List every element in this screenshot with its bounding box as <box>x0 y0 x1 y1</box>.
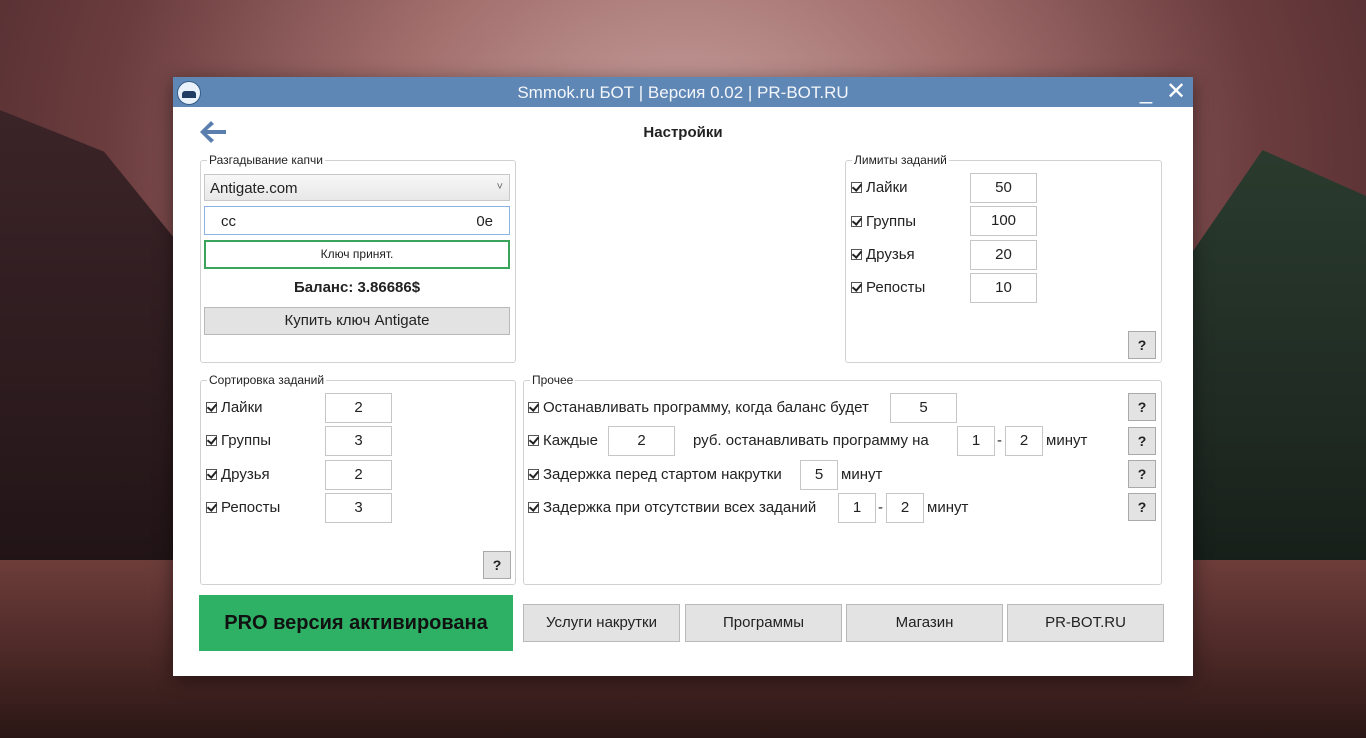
balance-text: Баланс: 3.86686$ <box>293 279 421 296</box>
stop-balance-label: Останавливать программу, когда баланс бу… <box>543 398 869 416</box>
checkbox-checked-icon <box>206 468 217 480</box>
start-delay-help-button[interactable]: ? <box>1128 460 1156 488</box>
start-delay-label: Задержка перед стартом накрутки <box>543 465 782 483</box>
api-key-suffix: 0e <box>476 213 493 230</box>
checkbox-checked-icon <box>206 401 217 413</box>
every-from-input[interactable]: 1 <box>957 426 995 456</box>
misc-legend: Прочее <box>532 373 574 387</box>
sort-reposts-label: Репосты <box>221 498 281 516</box>
every-checkbox[interactable]: Каждые <box>528 425 598 455</box>
idle-delay-dash: - <box>878 499 883 516</box>
sort-likes-checkbox[interactable]: Лайки <box>206 392 263 422</box>
page-title: Настройки <box>643 124 723 141</box>
idle-delay-help-button[interactable]: ? <box>1128 493 1156 521</box>
checkbox-checked-icon <box>528 434 539 446</box>
checkbox-checked-icon <box>528 401 539 413</box>
limit-groups-input[interactable]: 100 <box>970 206 1037 236</box>
every-unit: минут <box>1046 432 1088 449</box>
limits-legend: Лимиты заданий <box>854 153 947 167</box>
sort-likes-input[interactable]: 2 <box>325 393 392 423</box>
buy-key-button[interactable]: Купить ключ Antigate <box>204 307 510 335</box>
sort-friends-input[interactable]: 2 <box>325 460 392 490</box>
close-button[interactable]: ✕ <box>1163 79 1189 105</box>
checkbox-checked-icon <box>206 434 217 446</box>
key-status: Ключ принят. <box>204 240 510 269</box>
checkbox-checked-icon <box>851 215 862 227</box>
stop-balance-input[interactable]: 5 <box>890 393 957 423</box>
idle-delay-label: Задержка при отсутствии всех заданий <box>543 498 817 516</box>
limit-groups-label: Группы <box>866 212 916 230</box>
sort-friends-checkbox[interactable]: Друзья <box>206 459 270 489</box>
limit-likes-checkbox[interactable]: Лайки <box>851 172 908 202</box>
sort-reposts-checkbox[interactable]: Репосты <box>206 492 280 522</box>
every-help-button[interactable]: ? <box>1128 427 1156 455</box>
programs-button[interactable]: Программы <box>685 604 842 642</box>
checkbox-checked-icon <box>206 501 217 513</box>
sort-groups-label: Группы <box>221 431 271 449</box>
limits-help-button[interactable]: ? <box>1128 331 1156 359</box>
pro-status-banner: PRO версия активирована <box>199 595 513 651</box>
stop-balance-checkbox[interactable]: Останавливать программу, когда баланс бу… <box>528 392 869 422</box>
start-delay-checkbox[interactable]: Задержка перед стартом накрутки <box>528 459 782 489</box>
stop-balance-help-button[interactable]: ? <box>1128 393 1156 421</box>
limit-reposts-label: Репосты <box>866 278 926 296</box>
every-to-input[interactable]: 2 <box>1005 426 1043 456</box>
limit-friends-checkbox[interactable]: Друзья <box>851 239 915 269</box>
checkbox-checked-icon <box>851 248 862 260</box>
checkbox-checked-icon <box>528 501 539 513</box>
sort-friends-label: Друзья <box>221 465 270 483</box>
sort-groups-checkbox[interactable]: Группы <box>206 425 271 455</box>
limit-reposts-checkbox[interactable]: Репосты <box>851 272 925 302</box>
captcha-service-select[interactable]: Antigate.com ˅ <box>204 174 510 201</box>
checkbox-checked-icon <box>851 281 862 293</box>
api-key-input[interactable]: cc 0e <box>204 206 510 235</box>
limit-friends-label: Друзья <box>866 245 915 263</box>
captcha-service-value: Antigate.com <box>210 180 298 197</box>
limit-friends-input[interactable]: 20 <box>970 240 1037 270</box>
start-delay-input[interactable]: 5 <box>800 460 838 490</box>
every-amount-input[interactable]: 2 <box>608 426 675 456</box>
idle-delay-from-input[interactable]: 1 <box>838 493 876 523</box>
idle-delay-checkbox[interactable]: Задержка при отсутствии всех заданий <box>528 492 816 522</box>
limit-reposts-input[interactable]: 10 <box>970 273 1037 303</box>
limit-likes-label: Лайки <box>866 178 908 196</box>
sorting-help-button[interactable]: ? <box>483 551 511 579</box>
captcha-legend: Разгадывание капчи <box>209 153 323 167</box>
limit-groups-checkbox[interactable]: Группы <box>851 206 916 236</box>
every-dash: - <box>997 432 1002 449</box>
chevron-down-icon: ˅ <box>496 181 503 193</box>
pr-bot-link-button[interactable]: PR-BOT.RU <box>1007 604 1164 642</box>
settings-window: Smmok.ru БОТ | Версия 0.02 | PR-BOT.RU _… <box>173 77 1193 676</box>
minimize-button[interactable]: _ <box>1133 79 1159 105</box>
sorting-legend: Сортировка заданий <box>209 373 325 387</box>
window-title: Smmok.ru БОТ | Версия 0.02 | PR-BOT.RU <box>517 83 849 102</box>
idle-delay-to-input[interactable]: 2 <box>886 493 924 523</box>
limit-likes-input[interactable]: 50 <box>970 173 1037 203</box>
start-delay-unit: минут <box>841 466 883 483</box>
sort-likes-label: Лайки <box>221 398 263 416</box>
api-key-prefix: cc <box>221 213 236 230</box>
every-label: Каждые <box>543 431 598 449</box>
shop-button[interactable]: Магазин <box>846 604 1003 642</box>
checkbox-checked-icon <box>528 468 539 480</box>
every-middle-text: руб. останавливать программу на <box>693 432 929 449</box>
sort-groups-input[interactable]: 3 <box>325 426 392 456</box>
idle-delay-unit: минут <box>927 499 969 516</box>
title-bar[interactable]: Smmok.ru БОТ | Версия 0.02 | PR-BOT.RU _… <box>173 77 1193 107</box>
checkbox-checked-icon <box>851 181 862 193</box>
sort-reposts-input[interactable]: 3 <box>325 493 392 523</box>
services-button[interactable]: Услуги накрутки <box>523 604 680 642</box>
